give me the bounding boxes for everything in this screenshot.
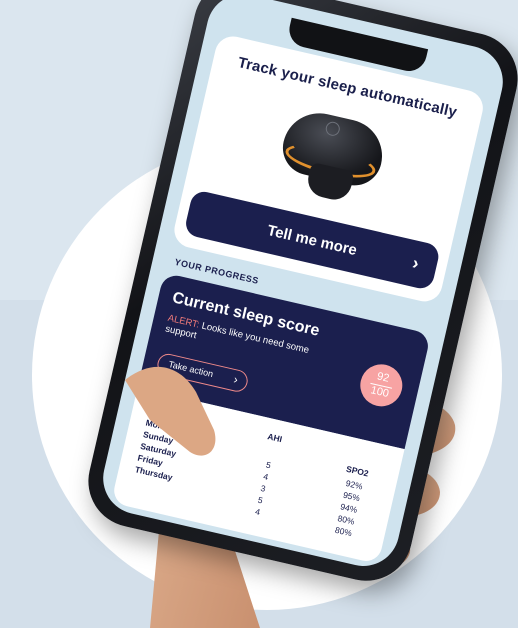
thumb-illustration bbox=[125, 366, 216, 456]
